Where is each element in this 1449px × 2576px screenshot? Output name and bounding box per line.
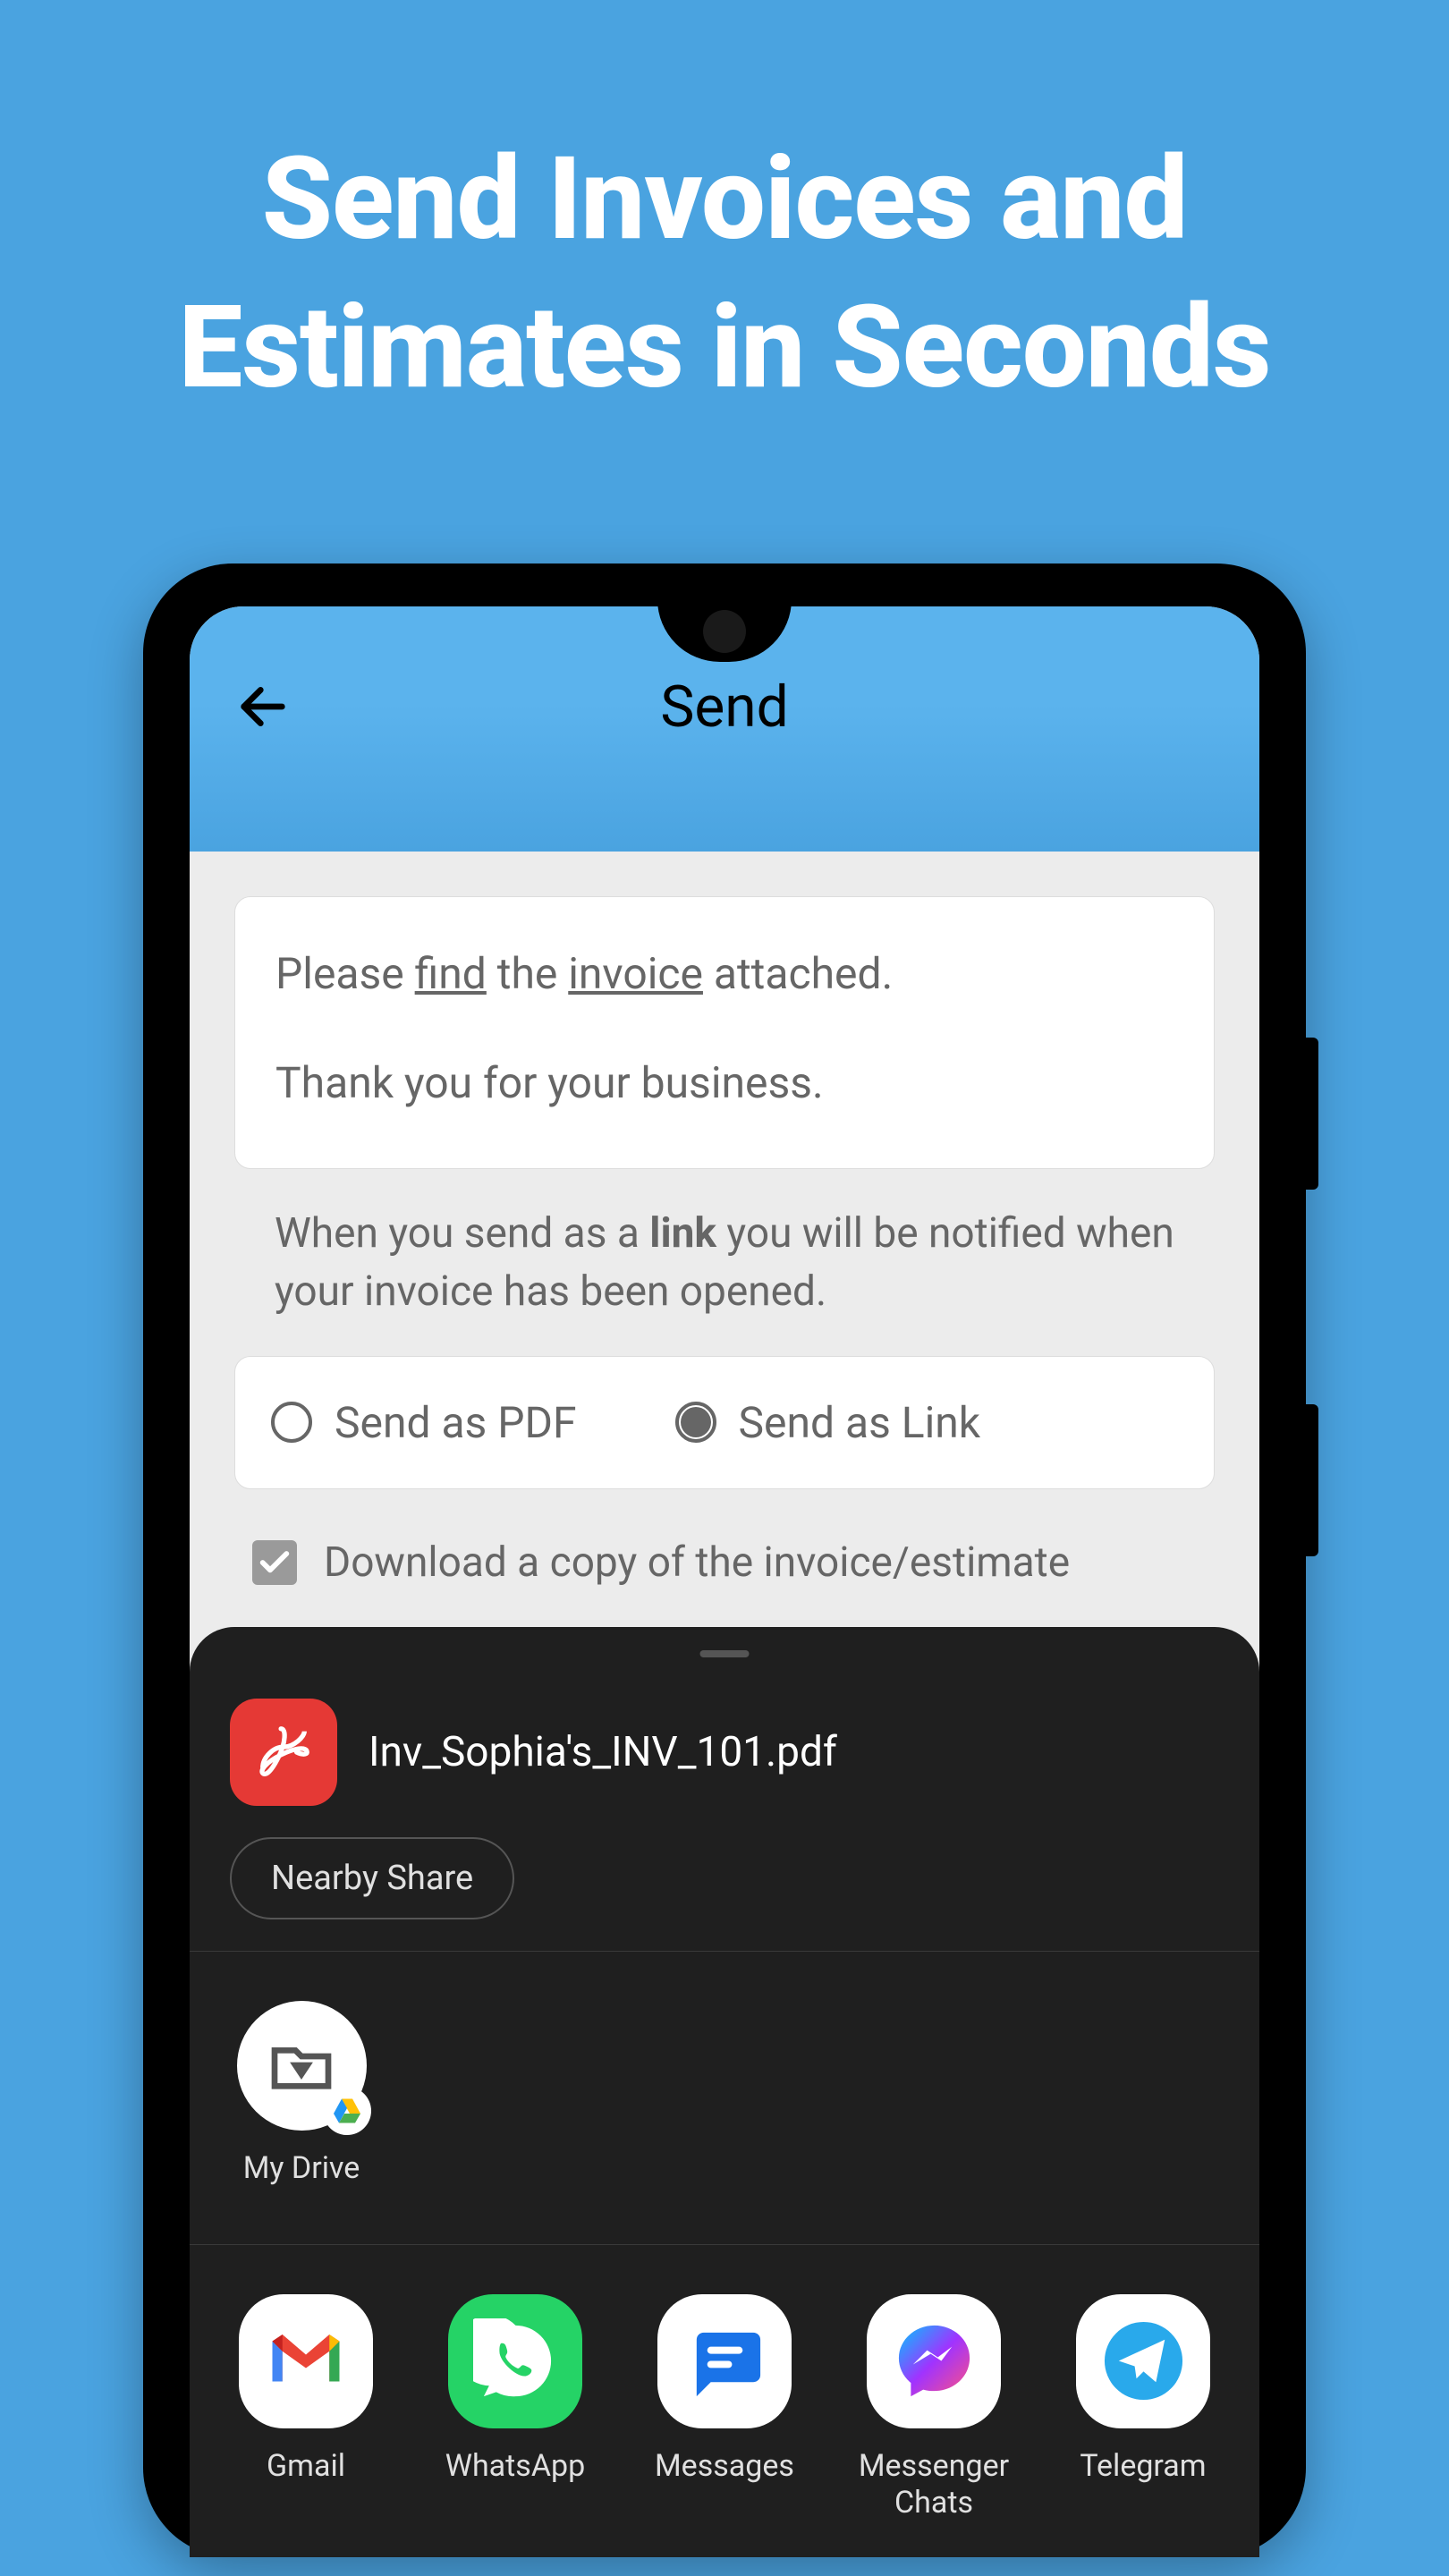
phone-mockup: Send Please find the invoice attached. T…	[143, 564, 1306, 2557]
drag-handle[interactable]	[700, 1650, 750, 1657]
telegram-icon	[1076, 2294, 1210, 2428]
folder-icon	[237, 2001, 367, 2131]
share-app-messages[interactable]: Messages	[635, 2294, 814, 2521]
app-label: Gmail	[267, 2448, 345, 2485]
drive-label: My Drive	[243, 2150, 360, 2186]
download-copy-checkbox[interactable]: Download a copy of the invoice/estimate	[234, 1489, 1215, 1605]
message-line-1: Please find the invoice attached.	[275, 937, 1174, 1011]
whatsapp-icon	[448, 2294, 582, 2428]
share-sheet: Inv_Sophia's_INV_101.pdf Nearby Share	[190, 1627, 1259, 2557]
gmail-icon	[239, 2294, 373, 2428]
send-as-link-option[interactable]: Send as Link	[675, 1397, 981, 1448]
share-app-gmail[interactable]: Gmail	[216, 2294, 395, 2521]
pdf-icon	[230, 1699, 337, 1806]
messenger-icon	[867, 2294, 1001, 2428]
checkbox-label: Download a copy of the invoice/estimate	[324, 1538, 1070, 1587]
message-line-2: Thank you for your business.	[275, 1046, 1174, 1120]
share-app-messenger[interactable]: Messenger Chats	[844, 2294, 1023, 2521]
share-app-telegram[interactable]: Telegram	[1054, 2294, 1233, 2521]
share-app-whatsapp[interactable]: WhatsApp	[426, 2294, 605, 2521]
shared-file-row: Inv_Sophia's_INV_101.pdf	[190, 1649, 1259, 1837]
app-label: Telegram	[1080, 2448, 1206, 2485]
share-apps-row: Gmail WhatsApp	[190, 2245, 1259, 2557]
radio-icon	[675, 1402, 716, 1443]
send-mode-selector: Send as PDF Send as Link	[234, 1356, 1215, 1489]
radio-icon	[271, 1402, 312, 1443]
link-notify-text: When you send as a link you will be noti…	[234, 1169, 1215, 1356]
app-label: WhatsApp	[445, 2448, 585, 2485]
app-label: Messages	[655, 2448, 794, 2485]
google-drive-badge-icon	[323, 2087, 371, 2135]
phone-screen: Send Please find the invoice attached. T…	[190, 606, 1259, 2557]
message-input[interactable]: Please find the invoice attached. Thank …	[234, 896, 1215, 1169]
checkbox-icon	[252, 1540, 297, 1585]
my-drive-target[interactable]: My Drive	[230, 2001, 373, 2186]
page-title: Send Invoices and Estimates in Seconds	[0, 0, 1449, 423]
radio-label: Send as Link	[739, 1397, 981, 1448]
back-arrow-icon[interactable]	[234, 678, 292, 735]
messages-icon	[657, 2294, 792, 2428]
nearby-share-button[interactable]: Nearby Share	[230, 1837, 514, 1919]
header-title: Send	[660, 674, 788, 741]
file-name: Inv_Sophia's_INV_101.pdf	[369, 1728, 837, 1776]
send-content: Please find the invoice attached. Thank …	[190, 852, 1259, 1640]
send-as-pdf-option[interactable]: Send as PDF	[271, 1397, 577, 1448]
radio-label: Send as PDF	[335, 1397, 577, 1448]
app-label: Messenger Chats	[844, 2448, 1023, 2521]
